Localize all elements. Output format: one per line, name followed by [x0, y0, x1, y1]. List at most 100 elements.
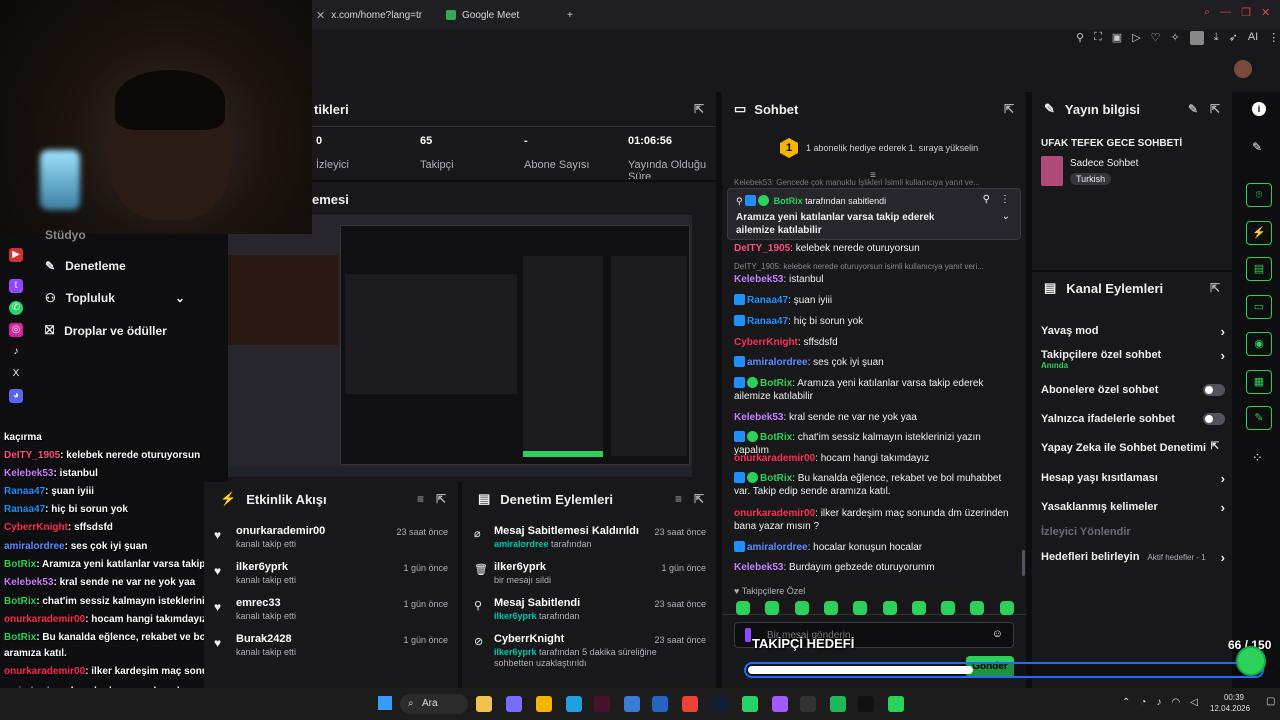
chat-message[interactable]: amiralordree: hocalar konuşun hocalar: [734, 541, 1014, 554]
tiktok-icon[interactable]: ♪: [9, 345, 23, 359]
channel-action-item[interactable]: Yavaş mod ›: [1041, 324, 1225, 343]
screenshot-icon[interactable]: ⛶: [1094, 31, 1102, 45]
chat-username[interactable]: Ranaa47: [747, 316, 788, 327]
mod-log-item[interactable]: ⚲ Mesaj Sabitlendi ilker6yprk tarafından 23…: [472, 597, 712, 631]
outlook-icon[interactable]: [652, 696, 668, 712]
edge-icon[interactable]: [566, 696, 582, 712]
pin-icon[interactable]: ⚲: [1076, 31, 1084, 45]
nav-studio[interactable]: Stüdyo: [45, 228, 86, 242]
channel-action-item[interactable]: Hedefleri belirleyin Aktif hedefler - 1 ›: [1041, 550, 1225, 569]
chat-username[interactable]: CyberrKnight: [734, 337, 798, 348]
minimize-icon[interactable]: —: [1220, 6, 1231, 19]
chat-message[interactable]: DeITY_1905: kelebek nerede oturuyorsun: [734, 242, 1014, 255]
whatsapp-icon[interactable]: ✆: [9, 301, 23, 315]
youtube-icon[interactable]: ▶: [9, 248, 23, 262]
popout-icon[interactable]: ⇱: [694, 102, 704, 116]
obs-icon[interactable]: [800, 696, 816, 712]
volume-icon[interactable]: ◁: [1190, 697, 1198, 708]
taskbar-search[interactable]: ⌕ Ara: [400, 694, 468, 714]
chevron-down-icon[interactable]: ⌄: [1002, 211, 1010, 222]
emote-icon[interactable]: [911, 601, 926, 615]
notification-icon[interactable]: ▢: [1266, 696, 1276, 710]
copilot-icon[interactable]: [506, 696, 522, 712]
gift-banner[interactable]: 1 abonelik hediye ederek 1. sıraya yükse…: [806, 143, 978, 153]
extensions-icon[interactable]: ✧: [1171, 31, 1180, 45]
chevron-up-icon[interactable]: ⌃: [1122, 697, 1130, 708]
nav-moderation[interactable]: ✎ Denetleme: [45, 259, 126, 273]
chevron-right-icon[interactable]: ›: [1221, 324, 1225, 339]
mic-icon[interactable]: ♪: [1156, 697, 1161, 708]
clock[interactable]: 00:39 12.04.2026: [1210, 692, 1250, 714]
chat-message[interactable]: Ranaa47: şuan iyiii: [734, 294, 1014, 307]
twitch-icon[interactable]: t: [9, 279, 23, 293]
chat-message[interactable]: CyberrKnight: sffsdsfd: [734, 336, 1014, 349]
unpin-icon[interactable]: ⚲: [983, 194, 990, 205]
tab-x[interactable]: ✕ x.com/home?lang=tr: [316, 6, 422, 24]
more-icon[interactable]: ⋮: [1268, 31, 1279, 45]
chat-message[interactable]: Kelebek53: Burdayım gebzede oturuyorumm: [734, 561, 1014, 574]
chat-message[interactable]: onurkarademir00: ilker kardeşim maç sonu…: [734, 507, 1014, 533]
rail-clip-icon[interactable]: ⌾: [1246, 183, 1272, 207]
send-icon[interactable]: ➶: [1229, 31, 1238, 45]
chevron-right-icon[interactable]: ›: [1221, 550, 1225, 565]
nav-community[interactable]: ⚇ Topluluk ⌄: [45, 291, 185, 305]
chat-username[interactable]: onurkarademir00: [734, 508, 815, 519]
rail-wrench-icon[interactable]: ✎: [1246, 406, 1272, 430]
scan-icon[interactable]: ▣: [1112, 31, 1122, 45]
chat-username[interactable]: BotRix: [760, 473, 792, 484]
tag-chip[interactable]: Turkish: [1070, 173, 1112, 185]
photos-icon[interactable]: [624, 696, 640, 712]
chrome-icon[interactable]: [682, 696, 698, 712]
play-icon[interactable]: ▷: [1132, 31, 1140, 45]
rail-doc-icon[interactable]: ▤: [1246, 257, 1272, 281]
close-window-icon[interactable]: ✕: [1261, 6, 1270, 19]
file-explorer-icon[interactable]: [476, 696, 492, 712]
emote-icon[interactable]: [794, 601, 809, 615]
activity-item[interactable]: ♥ emrec33 kanalı takip etti 1 gün önce: [214, 597, 454, 627]
info-icon[interactable]: i: [1252, 102, 1266, 116]
kick-icon[interactable]: [888, 696, 904, 712]
search-icon[interactable]: ⌕: [1204, 6, 1210, 19]
popout-icon[interactable]: ⇱: [436, 492, 446, 506]
popout-icon[interactable]: ⇱: [1004, 102, 1014, 116]
chat-message[interactable]: onurkarademir00: hocam hangi takımdayız: [734, 452, 1014, 465]
chevron-right-icon[interactable]: ›: [1221, 348, 1225, 363]
emote-icon[interactable]: [736, 601, 750, 615]
channel-action-item[interactable]: Abonelere özel sohbet: [1041, 384, 1225, 402]
emote-icon[interactable]: [853, 601, 868, 615]
emote-icon[interactable]: [941, 601, 956, 615]
emote-icon[interactable]: [823, 601, 838, 615]
chat-message[interactable]: amiralordree: ses çok iyi şuan: [734, 356, 1014, 369]
chat-username[interactable]: BotRix: [760, 378, 792, 389]
ai-button[interactable]: AI: [1248, 31, 1258, 45]
premiere-icon[interactable]: [594, 696, 610, 712]
download-icon[interactable]: ⤓: [1214, 31, 1219, 45]
chat-message[interactable]: BotRix: Bu kanalda eğlence, rekabet ve b…: [734, 472, 1014, 498]
emoji-icon[interactable]: ☺: [992, 628, 1003, 640]
filter-icon[interactable]: ≡: [417, 492, 424, 506]
chat-scrollbar[interactable]: [1022, 550, 1025, 576]
chat-message[interactable]: Ranaa47: hiç bi sorun yok: [734, 315, 1014, 328]
x-icon[interactable]: [858, 696, 874, 712]
chat-username[interactable]: onurkarademir00: [734, 453, 815, 464]
toggle-switch[interactable]: [1203, 384, 1225, 396]
toggle-switch[interactable]: [1203, 413, 1225, 425]
chevron-right-icon[interactable]: ›: [1221, 500, 1225, 515]
restore-icon[interactable]: ❐: [1241, 6, 1251, 19]
rail-apps-icon[interactable]: ⁘: [1252, 450, 1263, 466]
popout-icon[interactable]: ⇱: [694, 492, 704, 506]
figma-icon[interactable]: [772, 696, 788, 712]
pinned-message[interactable]: ⚲ BotRix tarafından sabitlendi Aramıza y…: [727, 188, 1021, 240]
chat-message[interactable]: Kelebek53: kral sende ne var ne yok yaa: [734, 411, 1014, 424]
mod-log-item[interactable]: ⌀ Mesaj Sabitlemesi Kaldırıldı amiralordre…: [472, 525, 712, 559]
popout-icon[interactable]: ⇱: [1210, 102, 1220, 116]
channel-action-item[interactable]: Yalnızca ifadelerle sohbet: [1041, 413, 1225, 431]
chat-username[interactable]: DeITY_1905: [734, 243, 790, 254]
new-tab-button[interactable]: +: [567, 6, 573, 24]
network-icon[interactable]: ◔: [1140, 697, 1146, 708]
chat-username[interactable]: BotRix: [760, 432, 792, 443]
steam-icon[interactable]: [712, 696, 728, 712]
chat-username[interactable]: Kelebek53: [734, 274, 783, 285]
channel-action-item[interactable]: Hesap yaşı kısıtlaması ›: [1041, 471, 1225, 490]
activity-item[interactable]: ♥ ilker6yprk kanalı takip etti 1 gün önce: [214, 561, 454, 591]
